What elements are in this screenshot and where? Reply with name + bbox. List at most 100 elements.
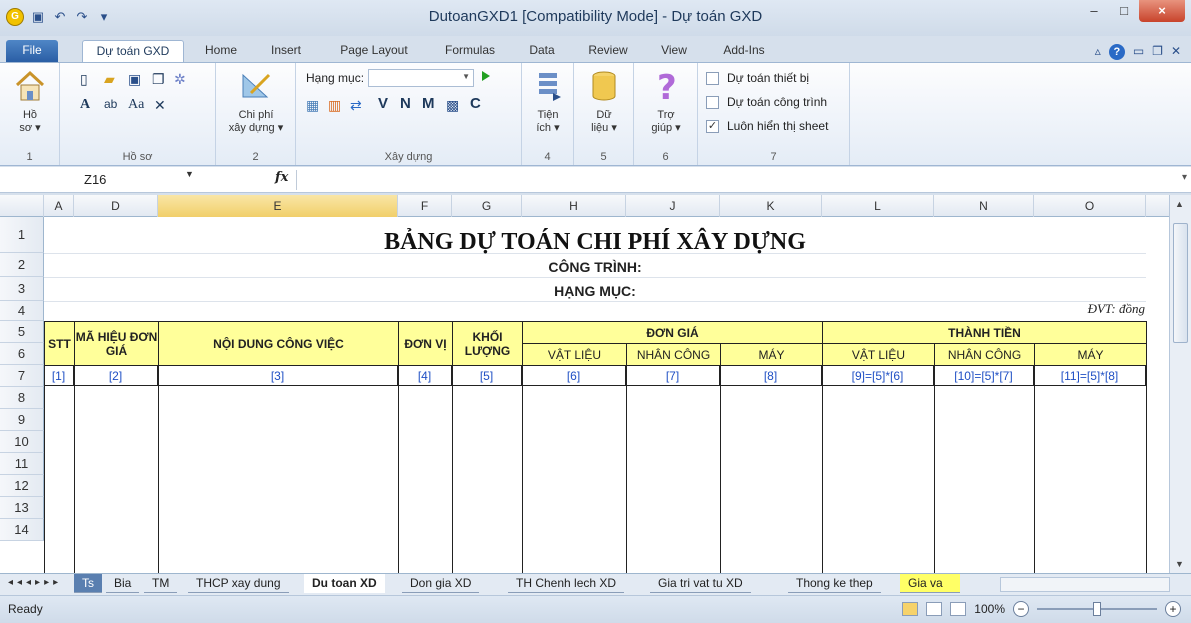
chi-phi-button[interactable]: Chi phí xây dựng ▾	[220, 69, 292, 135]
tab-add-ins[interactable]: Add-Ins	[712, 40, 776, 62]
row-header[interactable]: 2	[0, 253, 44, 277]
row-header[interactable]: 9	[0, 409, 44, 431]
horizontal-scrollbar[interactable]	[1000, 577, 1170, 592]
window-restore-icon[interactable]: ❐	[1152, 44, 1163, 60]
index-cell[interactable]: [6]	[522, 366, 626, 386]
index-cell[interactable]: [10]=[5]*[7]	[934, 366, 1034, 386]
zoom-out-icon[interactable]: −	[1013, 601, 1029, 617]
hang-muc-select[interactable]: ▼	[368, 69, 474, 87]
settings-icon[interactable]: ✲	[174, 71, 186, 88]
column-header[interactable]: D	[74, 195, 158, 217]
column-header[interactable]: H	[522, 195, 626, 217]
select-all-corner[interactable]	[0, 195, 44, 217]
sheet-tab[interactable]: TM	[144, 574, 178, 593]
checkmark-icon[interactable]: ✓	[706, 119, 719, 133]
tab-formulas[interactable]: Formulas	[432, 40, 508, 62]
checkbox-box[interactable]	[706, 95, 719, 109]
zoom-slider[interactable]	[1037, 602, 1157, 616]
scroll-up-icon[interactable]: ▲	[1175, 199, 1184, 209]
transfer-icon[interactable]: ⇄	[350, 97, 362, 114]
vertical-scrollbar[interactable]: ▲ ▼	[1169, 195, 1191, 573]
zoom-thumb[interactable]	[1093, 602, 1101, 616]
index-cell[interactable]: [4]	[398, 366, 452, 386]
name-box-dropdown-icon[interactable]: ▼	[185, 169, 194, 179]
row-header[interactable]: 5	[0, 321, 44, 343]
tab-file[interactable]: File	[6, 40, 58, 62]
tien-ich-button[interactable]: Tiện ích ▾	[526, 69, 570, 135]
scroll-thumb[interactable]	[1173, 223, 1188, 343]
du-toan-thiet-bi-checkbox[interactable]: Dự toán thiết bị	[706, 71, 809, 85]
row-header[interactable]: 14	[0, 519, 44, 541]
expand-formula-icon[interactable]: ▾	[1182, 172, 1187, 183]
index-cell[interactable]: [9]=[5]*[6]	[822, 366, 934, 386]
copy-icon[interactable]: ❐	[152, 71, 165, 88]
column-header[interactable]: L	[822, 195, 934, 217]
sheet-tab[interactable]: THCP xay dung	[188, 574, 289, 593]
sheet-nav-icons[interactable]: ◂◂◂▸▸▸	[8, 577, 62, 588]
c-button[interactable]: C	[470, 95, 481, 112]
column-header[interactable]: F	[398, 195, 452, 217]
tab-review[interactable]: Review	[578, 40, 638, 62]
font-a-icon[interactable]: A	[80, 97, 90, 113]
row-header[interactable]: 4	[0, 301, 44, 321]
row-header[interactable]: 1	[0, 217, 44, 253]
tro-giup-button[interactable]: ? Trợ giúp ▾	[642, 68, 690, 135]
tools-icon[interactable]: ✕	[154, 97, 166, 114]
row-header[interactable]: 13	[0, 497, 44, 519]
save-file-icon[interactable]: ▣	[128, 71, 141, 88]
tab-home[interactable]: Home	[196, 40, 246, 62]
ho-so-button[interactable]: Hồ sơ ▾	[8, 69, 52, 135]
aa-icon[interactable]: Aa	[128, 97, 144, 113]
column-header[interactable]: E	[158, 195, 398, 217]
row-header[interactable]: 8	[0, 387, 44, 409]
chart-icon[interactable]: ▩	[446, 97, 459, 114]
row-header[interactable]: 3	[0, 277, 44, 301]
normal-view-icon[interactable]	[902, 602, 919, 616]
new-file-icon[interactable]: ▯	[80, 71, 88, 88]
index-cell[interactable]: [1]	[44, 366, 74, 386]
index-cell[interactable]: [3]	[158, 366, 398, 386]
sheet-tab-active[interactable]: Du toan XD	[304, 574, 385, 593]
ab-icon[interactable]: ab	[104, 97, 117, 111]
page-layout-view-icon[interactable]	[926, 602, 943, 616]
help-icon[interactable]: ?	[1108, 44, 1125, 60]
index-cell[interactable]: [7]	[626, 366, 720, 386]
run-icon[interactable]	[482, 71, 490, 81]
worksheet[interactable]: A D E F G H J K L N O 1 2 3 4 5 6 7 8 9 …	[0, 195, 1191, 573]
sheet-tab[interactable]: Gia va	[900, 574, 960, 593]
tab-page-layout[interactable]: Page Layout	[330, 40, 418, 62]
index-cell[interactable]: [5]	[452, 366, 522, 386]
name-box[interactable]: Z16	[0, 169, 200, 191]
checkbox-box[interactable]	[706, 71, 719, 85]
column-header[interactable]: K	[720, 195, 822, 217]
open-folder-icon[interactable]: ▰	[104, 71, 115, 88]
tab-du-toan-gxd[interactable]: Dự toán GXD	[82, 40, 184, 62]
sheet-tab[interactable]: Thong ke thep	[788, 574, 881, 593]
maximize-button[interactable]: □	[1109, 0, 1139, 22]
collapse-ribbon-icon[interactable]: ▵	[1095, 44, 1101, 60]
row-header[interactable]: 10	[0, 431, 44, 453]
grid-icon[interactable]: ▥	[328, 97, 341, 114]
column-header[interactable]: A	[44, 195, 74, 217]
luon-hien-thi-sheet-checkbox[interactable]: ✓ Luôn hiển thị sheet	[706, 119, 828, 133]
scroll-down-icon[interactable]: ▼	[1175, 559, 1184, 569]
row-header[interactable]: 12	[0, 475, 44, 497]
sheet-tab[interactable]: Bia	[106, 574, 140, 593]
sheet-tab[interactable]: Ts	[74, 574, 102, 593]
column-header[interactable]: G	[452, 195, 522, 217]
column-header[interactable]: J	[626, 195, 720, 217]
zoom-level[interactable]: 100%	[974, 602, 1005, 616]
formula-input[interactable]	[300, 171, 1160, 189]
v-button[interactable]: V	[378, 95, 388, 112]
sheet-tab[interactable]: TH Chenh lech XD	[508, 574, 625, 593]
tab-data[interactable]: Data	[520, 40, 564, 62]
du-toan-cong-trinh-checkbox[interactable]: Dự toán công trình	[706, 95, 827, 109]
page-break-view-icon[interactable]	[950, 602, 967, 616]
m-button[interactable]: M	[422, 95, 435, 112]
sheet-tab[interactable]: Don gia XD	[402, 574, 480, 593]
close-workbook-icon[interactable]: ✕	[1171, 44, 1181, 60]
close-button[interactable]: ×	[1139, 0, 1185, 22]
du-lieu-button[interactable]: Dữ liệu ▾	[580, 69, 628, 135]
n-button[interactable]: N	[400, 95, 411, 112]
index-cell[interactable]: [2]	[74, 366, 158, 386]
